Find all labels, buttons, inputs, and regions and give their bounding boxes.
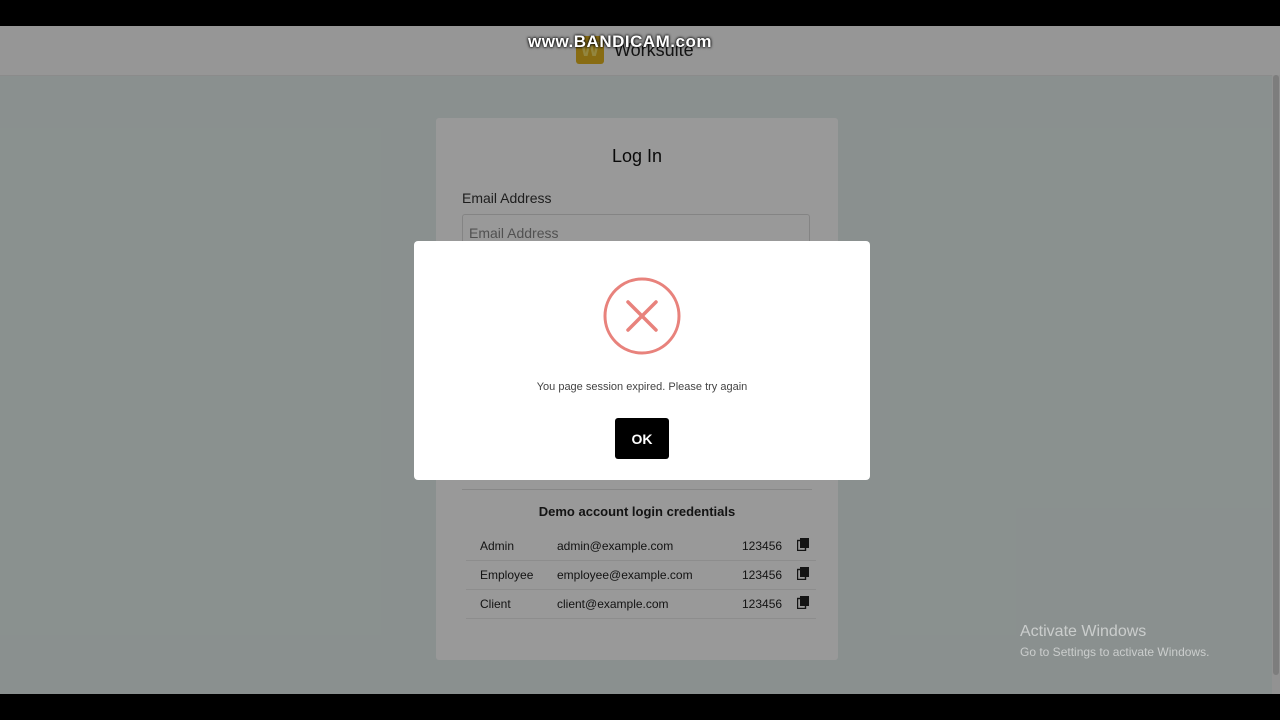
activate-windows-subtitle: Go to Settings to activate Windows. [1020,645,1210,659]
dialog-message: You page session expired. Please try aga… [536,381,748,393]
activate-windows-title: Activate Windows [1020,623,1147,640]
video-letterbox-bottom [0,694,1280,720]
video-letterbox-top [0,0,1280,26]
activate-windows-watermark: Activate Windows Go to Settings to activ… [1020,623,1209,659]
browser-viewport: W Worksuite Log In Email Address Demo ac… [0,26,1280,694]
error-dialog: You page session expired. Please try aga… [414,241,870,480]
bandicam-watermark: www.BANDICAM.com [528,32,712,51]
ok-button[interactable]: OK [615,418,669,459]
error-x-icon [603,277,681,355]
